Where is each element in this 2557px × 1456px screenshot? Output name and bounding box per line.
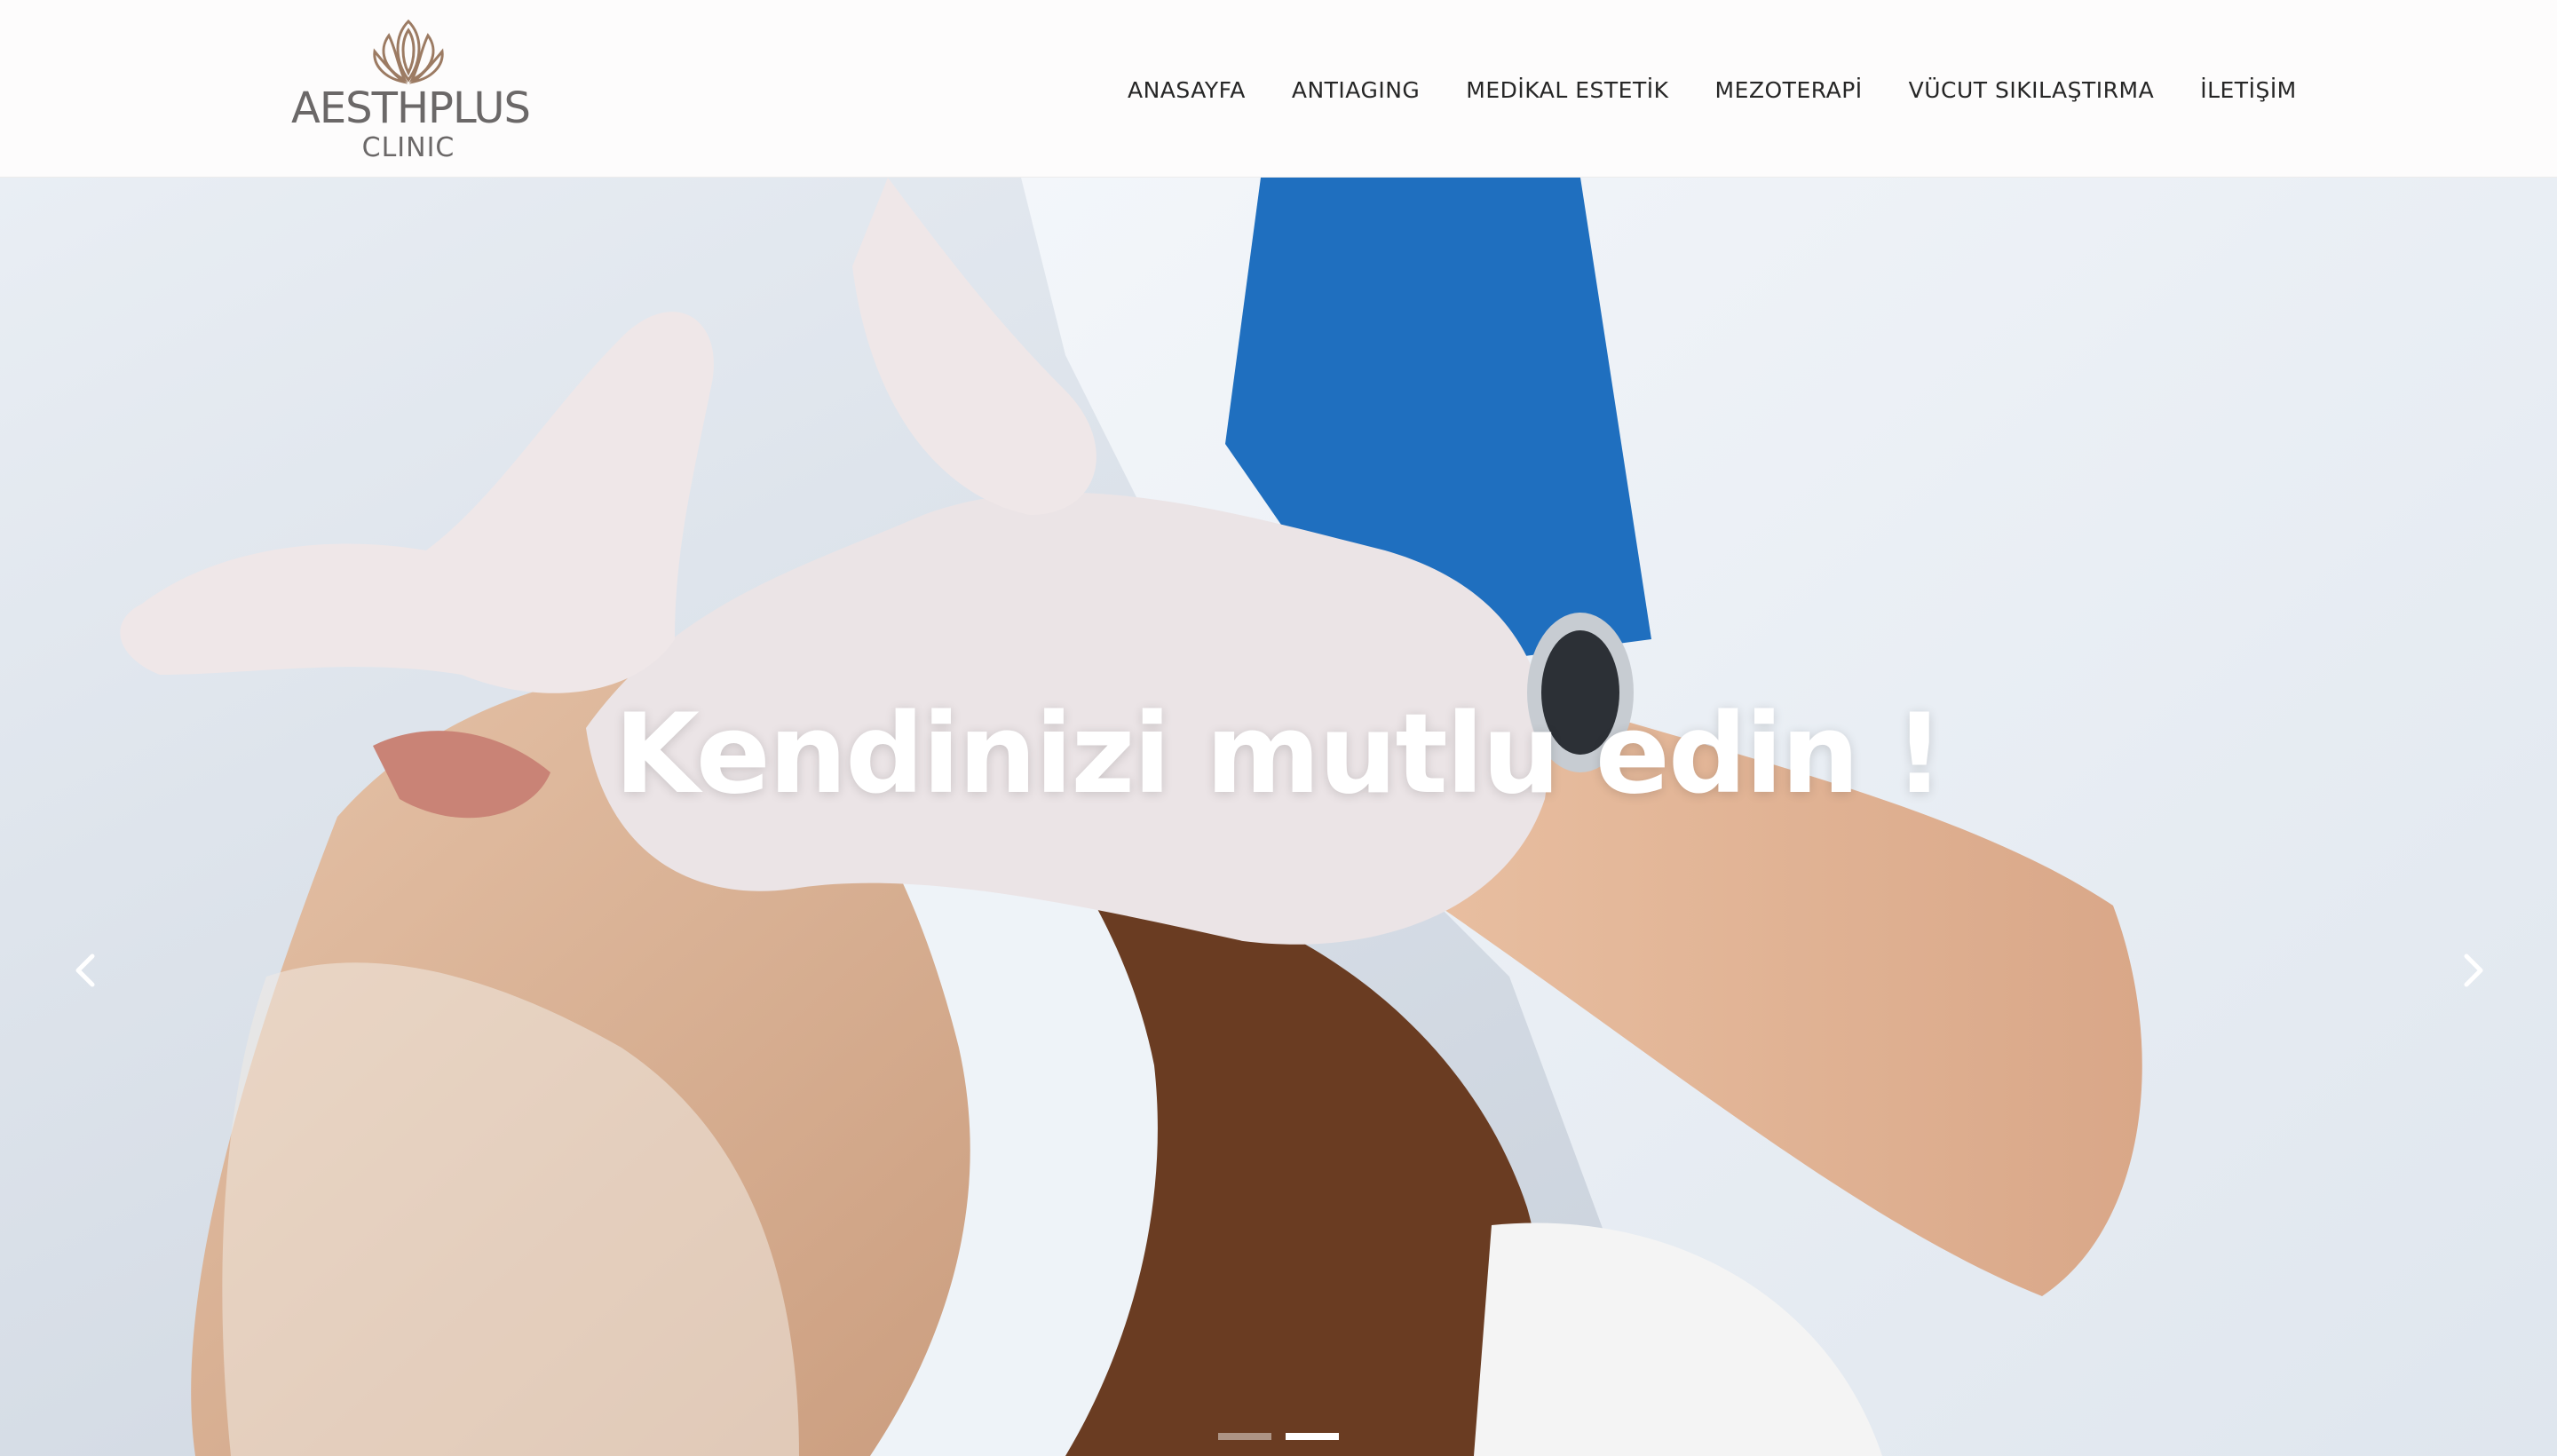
- brand-name: AESTHPLUS: [291, 83, 531, 133]
- nav-item-iletisim[interactable]: İLETİŞİM: [2200, 73, 2297, 108]
- brand-subtitle: CLINIC: [361, 132, 455, 163]
- nav-item-medikal-estetik[interactable]: MEDİKAL ESTETİK: [1466, 73, 1668, 108]
- main-nav: ANASAYFA ANTIAGING MEDİKAL ESTETİK MEZOT…: [1128, 73, 2297, 108]
- nav-item-vucut-sikilastirma[interactable]: VÜCUT SIKILAŞTIRMA: [1909, 73, 2155, 108]
- chevron-right-icon: [2464, 954, 2483, 987]
- site-header: AESTHPLUS CLINIC ANASAYFA ANTIAGING MEDİ…: [0, 0, 2557, 178]
- nav-item-antiaging[interactable]: ANTIAGING: [1292, 73, 1420, 108]
- hero-title: Kendinizi mutlu edin !: [614, 691, 1944, 819]
- lotus-leaf-icon: [373, 19, 444, 84]
- nav-item-mezoterapi[interactable]: MEZOTERAPİ: [1715, 73, 1863, 108]
- brand-logo[interactable]: AESTHPLUS CLINIC: [291, 16, 531, 163]
- slider-next-button[interactable]: [2447, 930, 2500, 1010]
- slider-indicator-2[interactable]: [1286, 1433, 1339, 1440]
- slider-indicator-1[interactable]: [1218, 1433, 1271, 1440]
- hero-slider: Kendinizi mutlu edin !: [0, 178, 2557, 1456]
- slider-prev-button[interactable]: [59, 930, 112, 1010]
- nav-item-anasayfa[interactable]: ANASAYFA: [1128, 73, 1246, 108]
- chevron-left-icon: [75, 954, 95, 987]
- slider-indicators: [1218, 1433, 1353, 1440]
